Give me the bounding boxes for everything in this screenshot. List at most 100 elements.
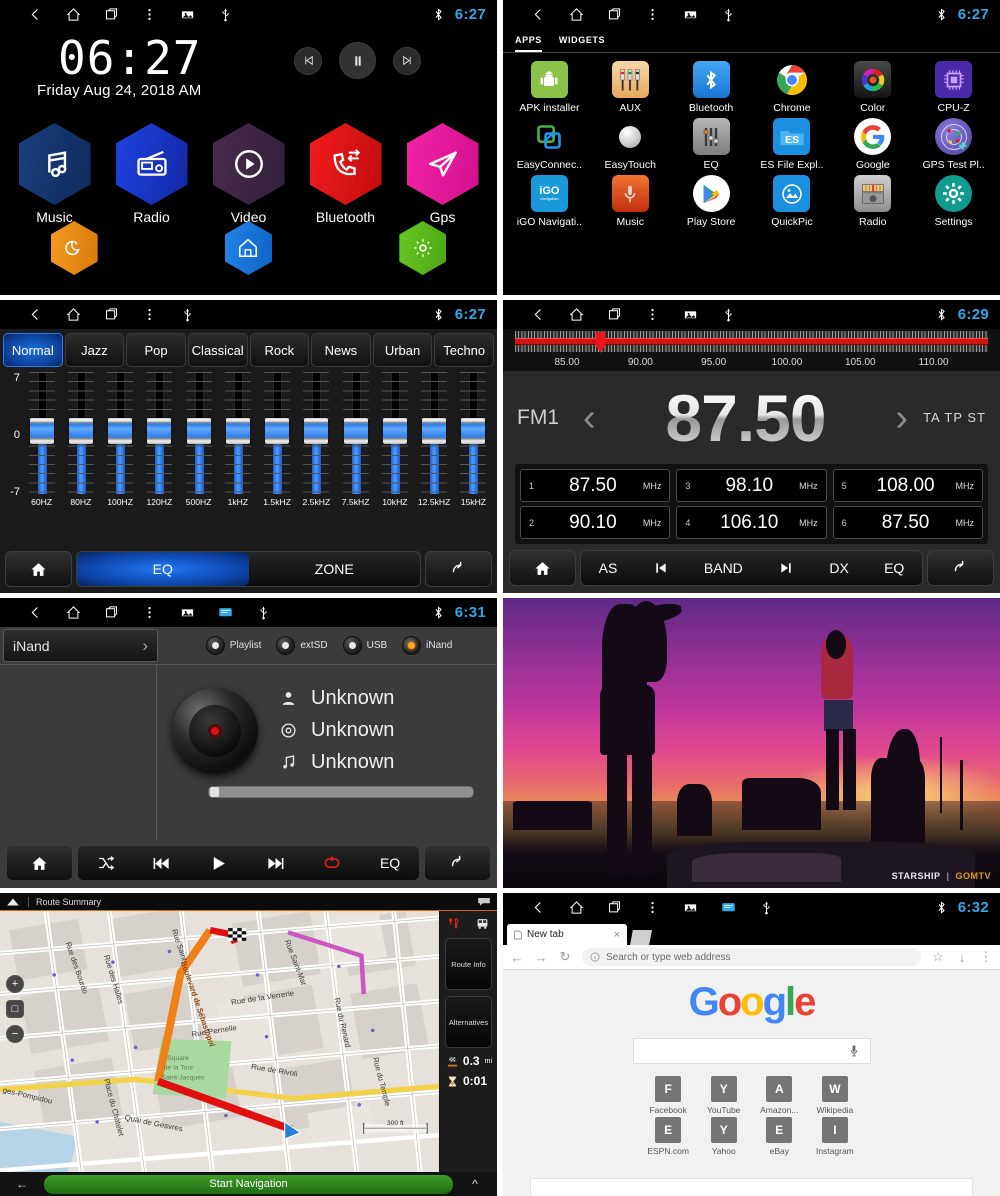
screenshot-icon[interactable] bbox=[683, 900, 698, 915]
panel-video-playback[interactable]: STARSHIP | GOMTV bbox=[503, 598, 1000, 888]
eq-preset-normal[interactable]: Normal bbox=[3, 333, 63, 367]
screenshot-icon[interactable] bbox=[180, 7, 195, 22]
usb-icon[interactable] bbox=[721, 7, 736, 22]
play-icon[interactable] bbox=[209, 854, 228, 873]
tile-espn[interactable]: E ESPN.com bbox=[647, 1117, 689, 1156]
eq-band-80hz[interactable]: 80HZ bbox=[61, 372, 100, 507]
recents-icon[interactable] bbox=[104, 605, 119, 620]
app-chrome[interactable]: Chrome bbox=[752, 61, 833, 114]
back-icon[interactable] bbox=[28, 307, 43, 322]
usb-icon[interactable] bbox=[721, 307, 736, 322]
message-icon[interactable] bbox=[721, 900, 736, 915]
recents-icon[interactable] bbox=[607, 900, 622, 915]
overflow-menu-icon[interactable] bbox=[142, 605, 157, 620]
eq-button[interactable]: EQ bbox=[884, 560, 904, 576]
overflow-menu-icon[interactable] bbox=[142, 307, 157, 322]
app-easyconnect[interactable]: EasyConnec.. bbox=[509, 118, 590, 171]
shortcut-video[interactable]: Video bbox=[212, 123, 285, 225]
dock-home-button[interactable] bbox=[224, 221, 272, 275]
eq-preset-urban[interactable]: Urban bbox=[372, 333, 433, 367]
bookmark-star-icon[interactable]: ☆ bbox=[931, 949, 945, 965]
radio-preset-3[interactable]: 3 98.10 MHz bbox=[676, 469, 827, 502]
dock-brightness-button[interactable] bbox=[50, 221, 98, 275]
eq-band-12-5khz[interactable]: 12.5kHZ bbox=[415, 372, 454, 507]
source-extsd[interactable]: extSD bbox=[276, 636, 328, 655]
auto-scan-button[interactable]: AS bbox=[599, 560, 618, 576]
shortcut-gps[interactable]: Gps bbox=[406, 123, 479, 225]
source-usb[interactable]: USB bbox=[342, 636, 387, 655]
eq-button[interactable]: EQ bbox=[380, 855, 400, 871]
eq-band-120hz[interactable]: 120HZ bbox=[140, 372, 179, 507]
up-caret-icon[interactable] bbox=[6, 897, 20, 907]
home-icon[interactable] bbox=[66, 7, 81, 22]
prev-station-icon[interactable] bbox=[653, 560, 669, 576]
app-quickpic[interactable]: QuickPic bbox=[752, 175, 833, 228]
new-tab-button[interactable] bbox=[630, 930, 652, 945]
zoom-out-button[interactable]: − bbox=[6, 1025, 24, 1043]
home-button[interactable] bbox=[6, 845, 73, 881]
screenshot-icon[interactable] bbox=[683, 7, 698, 22]
shortcut-radio[interactable]: Radio bbox=[115, 123, 188, 225]
source-playlist[interactable]: Playlist bbox=[205, 636, 261, 655]
recenter-button[interactable]: □ bbox=[6, 1000, 24, 1018]
tile-ebay[interactable]: E eBay bbox=[759, 1117, 801, 1156]
bus-icon[interactable] bbox=[476, 918, 489, 930]
repeat-icon[interactable] bbox=[322, 853, 342, 873]
recents-icon[interactable] bbox=[607, 7, 622, 22]
download-icon[interactable]: ↓ bbox=[955, 950, 969, 965]
seek-handle[interactable] bbox=[210, 787, 219, 797]
eq-preset-rock[interactable]: Rock bbox=[249, 333, 310, 367]
back-icon[interactable] bbox=[531, 307, 546, 322]
microphone-icon[interactable] bbox=[848, 1044, 860, 1058]
eq-band-10khz[interactable]: 10kHZ bbox=[375, 372, 414, 507]
app-cpu-z[interactable]: CPU-Z bbox=[913, 61, 994, 114]
seek-slider[interactable] bbox=[208, 786, 474, 798]
prev-icon[interactable] bbox=[152, 854, 171, 873]
screenshot-icon[interactable] bbox=[180, 605, 195, 620]
app-radio[interactable]: Radio bbox=[832, 175, 913, 228]
app-music[interactable]: Music bbox=[590, 175, 671, 228]
eq-preset-jazz[interactable]: Jazz bbox=[64, 333, 125, 367]
app-gps-test-plus[interactable]: GPS Test Pl.. bbox=[913, 118, 994, 171]
back-icon[interactable] bbox=[28, 605, 43, 620]
eq-tab[interactable]: EQ bbox=[77, 552, 249, 586]
eq-band-1khz[interactable]: 1kHZ bbox=[218, 372, 257, 507]
band-button[interactable]: BAND bbox=[704, 560, 743, 576]
eq-band-2-5khz[interactable]: 2.5kHZ bbox=[297, 372, 336, 507]
tile-facebook[interactable]: F Facebook bbox=[647, 1076, 689, 1115]
message-icon[interactable] bbox=[218, 605, 233, 620]
back-icon[interactable] bbox=[28, 7, 43, 22]
eq-preset-news[interactable]: News bbox=[311, 333, 371, 367]
radio-preset-4[interactable]: 4 106.10 MHz bbox=[676, 506, 827, 539]
home-icon[interactable] bbox=[66, 307, 81, 322]
forward-nav-icon[interactable]: → bbox=[534, 950, 548, 965]
app-es-file-explorer[interactable]: ES ES File Expl.. bbox=[752, 118, 833, 171]
back-button[interactable] bbox=[927, 550, 994, 586]
back-icon[interactable] bbox=[531, 7, 546, 22]
recents-icon[interactable] bbox=[104, 307, 119, 322]
zone-tab[interactable]: ZONE bbox=[249, 552, 421, 586]
eq-band-15khz[interactable]: 15kHZ bbox=[454, 372, 493, 507]
usb-icon[interactable] bbox=[759, 900, 774, 915]
prev-track-button[interactable] bbox=[294, 46, 322, 75]
app-google[interactable]: Google bbox=[832, 118, 913, 171]
overflow-menu-icon[interactable] bbox=[645, 307, 660, 322]
eq-preset-classical[interactable]: Classical bbox=[187, 333, 248, 367]
app-bluetooth[interactable]: Bluetooth bbox=[671, 61, 752, 114]
shortcut-bluetooth[interactable]: Bluetooth bbox=[309, 123, 382, 225]
next-track-button[interactable] bbox=[393, 46, 421, 75]
zoom-in-button[interactable]: + bbox=[6, 975, 24, 993]
home-icon[interactable] bbox=[569, 7, 584, 22]
overflow-menu-icon[interactable] bbox=[142, 7, 157, 22]
eq-preset-pop[interactable]: Pop bbox=[126, 333, 186, 367]
radio-preset-1[interactable]: 1 87.50 MHz bbox=[520, 469, 671, 502]
google-search-box[interactable] bbox=[632, 1038, 871, 1064]
nav-map-canvas[interactable]: Rue des Bourdo Rue des Halles Rue Saint … bbox=[0, 911, 497, 1172]
tile-wikipedia[interactable]: W Wikipedia bbox=[814, 1076, 856, 1115]
music-playlist-pane[interactable] bbox=[0, 665, 157, 840]
tile-youtube[interactable]: Y YouTube bbox=[703, 1076, 745, 1115]
dx-button[interactable]: DX bbox=[829, 560, 848, 576]
reload-icon[interactable]: ↻ bbox=[558, 949, 572, 965]
radio-preset-5[interactable]: 5 108.00 MHz bbox=[832, 469, 983, 502]
app-apk-installer[interactable]: APK installer bbox=[509, 61, 590, 114]
